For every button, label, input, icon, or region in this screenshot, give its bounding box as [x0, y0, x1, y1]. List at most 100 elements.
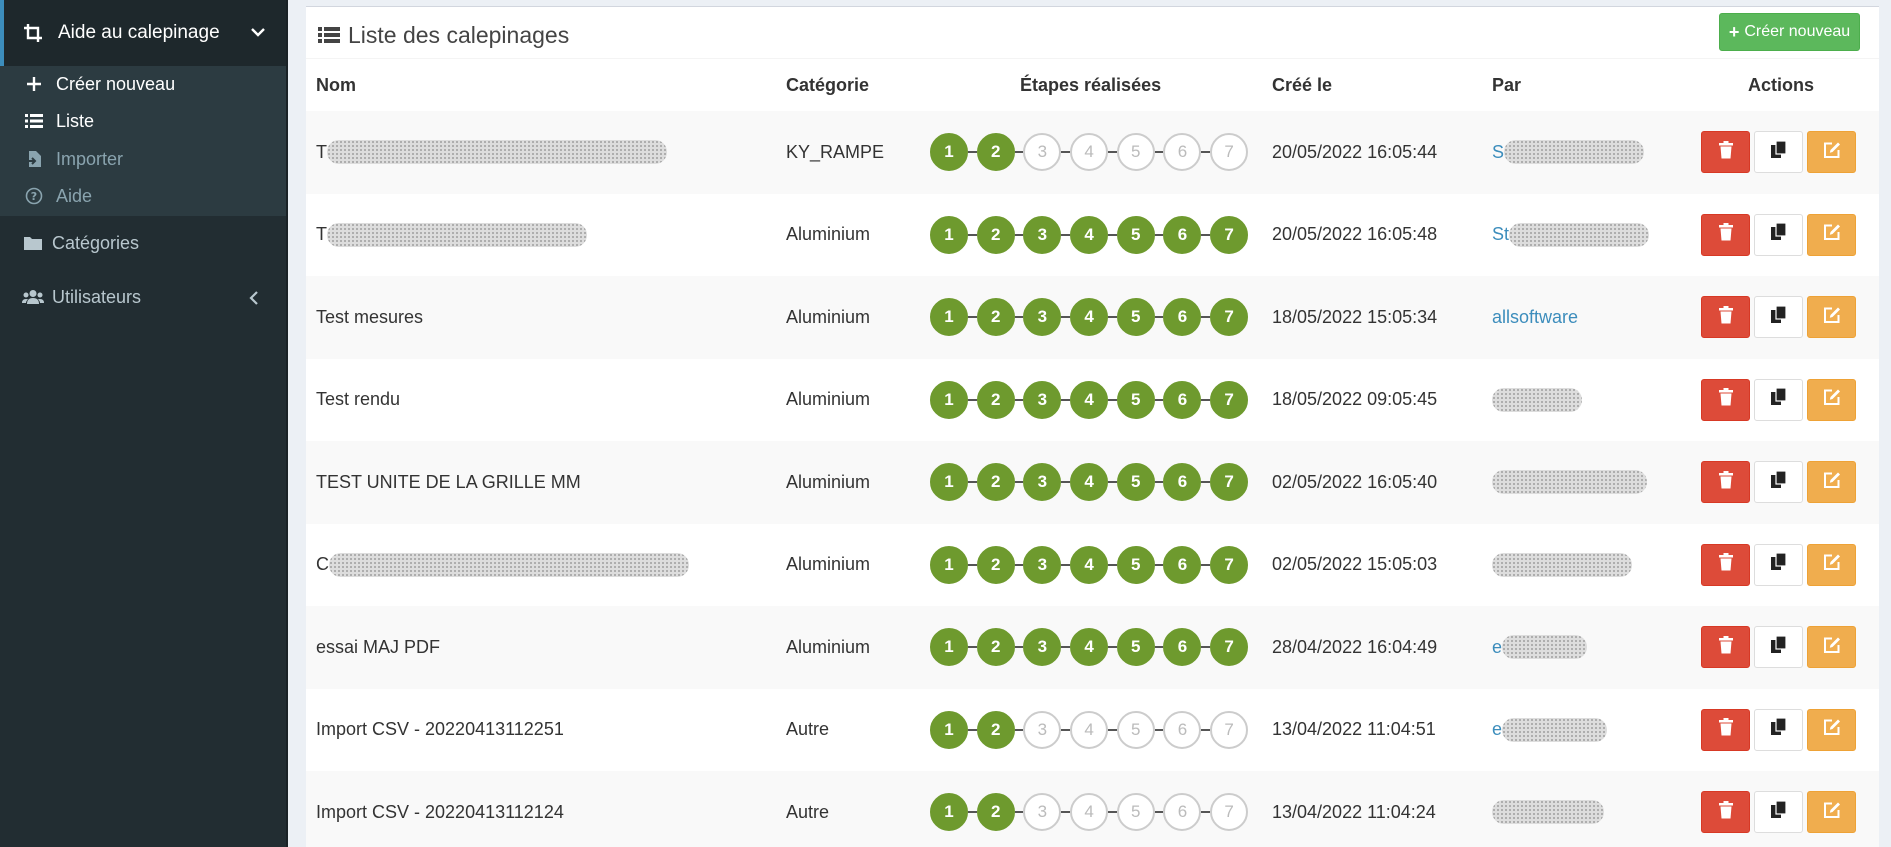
duplicate-button[interactable] — [1754, 543, 1803, 586]
delete-button[interactable] — [1701, 708, 1750, 751]
table-row[interactable]: Import CSV - 20220413112124 Autre 1 2 3 4 5 6 7 1… — [306, 771, 1879, 847]
cell-nom: Import CSV - 20220413112124 — [316, 771, 564, 847]
edit-button[interactable] — [1807, 461, 1856, 504]
sidebar-item-liste[interactable]: Liste — [24, 106, 94, 136]
step-circle: 5 — [1116, 298, 1155, 337]
cell-par[interactable]: St — [1492, 194, 1650, 277]
step-connector — [1201, 811, 1211, 814]
cell-nom: T — [316, 111, 667, 194]
step-connector — [1061, 398, 1071, 401]
duplicate-button[interactable] — [1754, 708, 1803, 751]
table-row[interactable]: Test rendu Aluminium 1 2 3 4 5 6 7 18/05/2022 09:… — [306, 359, 1879, 442]
cell-categorie: Aluminium — [786, 636, 871, 657]
user-link[interactable]: e — [1492, 719, 1502, 740]
sidebar-item-aide[interactable]: ? Aide — [24, 181, 92, 211]
cell-par[interactable]: e — [1492, 689, 1608, 772]
user-link[interactable]: S — [1492, 142, 1504, 163]
table-row[interactable]: T KY_RAMPE 1 2 3 4 5 6 7 20/05/2022 16:05:44 S — [306, 111, 1879, 194]
cell-nom-text: T — [316, 224, 327, 245]
delete-button[interactable] — [1701, 626, 1750, 669]
svg-text:?: ? — [31, 190, 37, 203]
table-row[interactable]: TEST UNITE DE LA GRILLE MM Aluminium 1 2 3 4 5… — [306, 441, 1879, 524]
table-row[interactable]: C Aluminium 1 2 3 4 5 6 7 02/05/2022 15:05:03 — [306, 524, 1879, 607]
duplicate-button[interactable] — [1754, 461, 1803, 504]
delete-button[interactable] — [1701, 131, 1750, 174]
delete-button[interactable] — [1701, 543, 1750, 586]
duplicate-button[interactable] — [1754, 378, 1803, 421]
sidebar-item-creer-nouveau[interactable]: Créer nouveau — [24, 69, 175, 99]
duplicate-button[interactable] — [1754, 213, 1803, 256]
user-link[interactable]: St — [1492, 224, 1509, 245]
cell-actions — [1701, 606, 1856, 689]
cell-par[interactable]: allsoftware — [1492, 276, 1578, 359]
column-header-etapes[interactable]: Étapes réalisées — [1020, 59, 1161, 111]
table-row[interactable]: Import CSV - 20220413112251 Autre 1 2 3 4 5 6 7 1… — [306, 689, 1879, 772]
cell-par[interactable]: S — [1492, 111, 1645, 194]
edit-button[interactable] — [1807, 296, 1856, 339]
duplicate-button[interactable] — [1754, 131, 1803, 174]
step-circle: 6 — [1163, 545, 1202, 584]
delete-button[interactable] — [1701, 213, 1750, 256]
cell-categorie: Aluminium — [786, 389, 871, 410]
sidebar-item-utilisateurs[interactable]: Utilisateurs — [22, 280, 272, 314]
step-connector — [1108, 151, 1117, 154]
action-buttons — [1701, 543, 1856, 586]
delete-button[interactable] — [1701, 296, 1750, 339]
create-new-button[interactable]: + Créer nouveau — [1719, 13, 1860, 51]
step-circle: 6 — [1163, 215, 1202, 254]
cell-nom-text: Import CSV - 20220413112124 — [316, 801, 564, 822]
edit-button[interactable] — [1807, 626, 1856, 669]
edit-button[interactable] — [1807, 791, 1856, 834]
cell-par[interactable] — [1492, 359, 1582, 442]
step-connector — [1108, 398, 1117, 401]
duplicate-button[interactable] — [1754, 626, 1803, 669]
sidebar-menu-aide-calepinage[interactable]: Aide au calepinage — [0, 0, 286, 66]
step-connector — [1061, 646, 1071, 649]
step-circle: 4 — [1070, 215, 1109, 254]
sidebar-item-categories[interactable]: Catégories — [22, 226, 139, 260]
column-header-cree-le[interactable]: Créé le — [1272, 59, 1332, 111]
step-circle: 1 — [930, 628, 968, 667]
delete-button[interactable] — [1701, 378, 1750, 421]
table-row[interactable]: Test mesures Aluminium 1 2 3 4 5 6 7 18/05/2022 1… — [306, 276, 1879, 359]
edit-button[interactable] — [1807, 708, 1856, 751]
duplicate-button[interactable] — [1754, 791, 1803, 834]
cell-etapes: 1234567 — [930, 606, 1249, 689]
step-connector — [1014, 316, 1024, 319]
edit-button[interactable] — [1807, 543, 1856, 586]
sidebar-item-importer[interactable]: Importer — [24, 144, 123, 174]
cell-par[interactable] — [1492, 524, 1632, 607]
cell-par[interactable] — [1492, 441, 1647, 524]
action-buttons — [1701, 791, 1856, 834]
step-circle: 2 — [976, 133, 1015, 172]
action-buttons — [1701, 378, 1856, 421]
table-row[interactable]: essai MAJ PDF Aluminium 1 2 3 4 5 6 7 28/04/2022 … — [306, 606, 1879, 689]
copy-icon — [1770, 800, 1787, 824]
column-header-par[interactable]: Par — [1492, 59, 1521, 111]
delete-button[interactable] — [1701, 791, 1750, 834]
step-connector — [1014, 481, 1024, 484]
cell-par[interactable] — [1492, 771, 1604, 847]
edit-button[interactable] — [1807, 213, 1856, 256]
table-row[interactable]: T Aluminium 1 2 3 4 5 6 7 20/05/2022 16:05:48 St — [306, 194, 1879, 277]
delete-button[interactable] — [1701, 461, 1750, 504]
cell-etapes: 1234567 — [930, 689, 1249, 772]
cell-actions — [1701, 359, 1856, 442]
column-header-nom[interactable]: Nom — [316, 59, 356, 111]
step-connector — [1201, 151, 1211, 154]
edit-button[interactable] — [1807, 378, 1856, 421]
user-link[interactable]: allsoftware — [1492, 307, 1578, 328]
user-link[interactable]: e — [1492, 637, 1502, 658]
edit-button[interactable] — [1807, 131, 1856, 174]
cell-par[interactable]: e — [1492, 606, 1588, 689]
redacted-mask — [1492, 387, 1582, 412]
step-connector — [968, 728, 977, 731]
step-connector — [1014, 646, 1024, 649]
column-header-categorie[interactable]: Catégorie — [786, 59, 869, 111]
step-circle: 1 — [930, 298, 968, 337]
cell-actions — [1701, 689, 1856, 772]
step-connector — [1014, 811, 1024, 814]
action-buttons — [1701, 213, 1856, 256]
duplicate-button[interactable] — [1754, 296, 1803, 339]
cell-etapes: 1234567 — [930, 194, 1249, 277]
